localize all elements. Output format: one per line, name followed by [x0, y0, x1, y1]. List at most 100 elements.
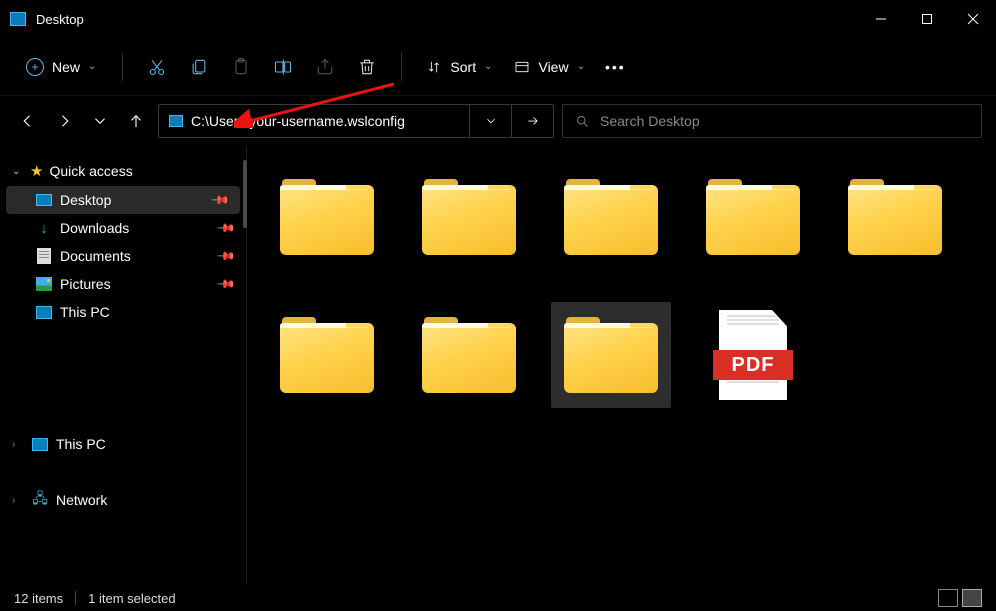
more-button[interactable]: ••• — [597, 59, 634, 75]
view-label: View — [538, 59, 568, 75]
paste-button[interactable] — [221, 47, 261, 87]
folder-icon — [422, 317, 516, 393]
folder-icon — [280, 317, 374, 393]
window-controls — [858, 2, 996, 36]
chevron-right-icon: › — [12, 439, 24, 450]
folder-item[interactable] — [409, 302, 529, 408]
main-area: ⌄ ★ Quick access Desktop 📌 ↓ Downloads 📌… — [0, 146, 996, 585]
sidebar-label: Desktop — [60, 192, 111, 208]
desktop-icon — [36, 194, 52, 206]
separator — [75, 591, 76, 605]
window-title: Desktop — [36, 12, 84, 27]
pin-icon: 📌 — [216, 218, 236, 238]
quick-access-label: Quick access — [49, 163, 132, 179]
pc-icon — [32, 438, 48, 451]
pin-icon: 📌 — [210, 190, 230, 210]
share-button[interactable] — [305, 47, 345, 87]
network-icon: 🖧 — [32, 488, 48, 512]
address-bar: C:\Users\your-username.wslconfig — [158, 104, 554, 138]
sidebar-label: This PC — [56, 436, 106, 452]
command-toolbar: + New ⌄ Sort ⌄ View ⌄ ••• — [0, 38, 996, 96]
address-field[interactable]: C:\Users\your-username.wslconfig — [159, 113, 469, 129]
folder-item[interactable] — [267, 164, 387, 270]
recent-button[interactable] — [86, 103, 114, 139]
minimize-button[interactable] — [858, 2, 904, 36]
folder-icon — [564, 317, 658, 393]
status-selected: 1 item selected — [88, 591, 175, 606]
status-item-count: 12 items — [14, 591, 63, 606]
search-icon — [575, 114, 590, 129]
sidebar-item-downloads[interactable]: ↓ Downloads 📌 — [0, 214, 246, 242]
folder-item[interactable] — [835, 164, 955, 270]
sort-button[interactable]: Sort ⌄ — [416, 53, 502, 81]
folder-item[interactable] — [409, 164, 529, 270]
window-app-icon — [10, 12, 26, 26]
separator — [122, 53, 123, 81]
folder-icon — [848, 179, 942, 255]
sidebar-item-network[interactable]: › 🖧 Network — [0, 482, 246, 518]
pin-icon: 📌 — [216, 274, 236, 294]
sort-label: Sort — [450, 59, 476, 75]
folder-item-selected[interactable] — [551, 302, 671, 408]
up-button[interactable] — [122, 103, 150, 139]
copy-button[interactable] — [179, 47, 219, 87]
folder-item[interactable] — [551, 164, 671, 270]
folder-icon — [706, 179, 800, 255]
address-go-button[interactable] — [511, 105, 553, 137]
chevron-right-icon: › — [12, 495, 24, 506]
navigation-bar: C:\Users\your-username.wslconfig — [0, 96, 996, 146]
pictures-icon — [36, 277, 52, 291]
sidebar-label: Documents — [60, 248, 131, 264]
star-icon: ★ — [30, 162, 43, 180]
icons-view-button[interactable] — [962, 589, 982, 607]
folder-icon — [564, 179, 658, 255]
folder-item[interactable] — [693, 164, 813, 270]
sidebar-label: This PC — [60, 304, 110, 320]
pdf-icon: PDF — [713, 310, 793, 400]
pin-icon: 📌 — [216, 246, 236, 266]
address-dropdown[interactable] — [469, 105, 511, 137]
sidebar-label: Network — [56, 492, 107, 508]
search-bar[interactable] — [562, 104, 982, 138]
chevron-down-icon: ⌄ — [484, 61, 492, 72]
sidebar-item-pictures[interactable]: Pictures 📌 — [0, 270, 246, 298]
sidebar-item-desktop[interactable]: Desktop 📌 — [6, 186, 240, 214]
new-button[interactable]: + New ⌄ — [14, 52, 108, 82]
delete-button[interactable] — [347, 47, 387, 87]
folder-icon — [422, 179, 516, 255]
new-button-label: New — [52, 59, 80, 75]
chevron-down-icon: ⌄ — [12, 166, 24, 177]
folder-icon — [280, 179, 374, 255]
forward-button[interactable] — [50, 103, 78, 139]
sidebar-label: Downloads — [60, 220, 129, 236]
window-titlebar: Desktop — [0, 0, 996, 38]
status-bar: 12 items 1 item selected — [0, 585, 996, 611]
quick-access-header[interactable]: ⌄ ★ Quick access — [0, 156, 246, 186]
view-button[interactable]: View ⌄ — [504, 53, 594, 81]
sidebar-label: Pictures — [60, 276, 111, 292]
chevron-down-icon: ⌄ — [88, 61, 96, 72]
content-pane[interactable]: PDF — [247, 146, 996, 585]
downloads-icon: ↓ — [40, 220, 48, 237]
details-view-button[interactable] — [938, 589, 958, 607]
pdf-label: PDF — [713, 350, 793, 380]
separator — [401, 53, 402, 81]
sidebar-item-documents[interactable]: Documents 📌 — [0, 242, 246, 270]
rename-button[interactable] — [263, 47, 303, 87]
sidebar-item-thispc[interactable]: › This PC — [0, 426, 246, 462]
cut-button[interactable] — [137, 47, 177, 87]
close-button[interactable] — [950, 2, 996, 36]
sidebar-item-thispc-quick[interactable]: This PC — [0, 298, 246, 326]
plus-in-circle-icon: + — [26, 58, 44, 76]
item-grid: PDF — [267, 164, 976, 408]
pc-icon — [36, 306, 52, 319]
chevron-down-icon: ⌄ — [577, 61, 585, 72]
maximize-button[interactable] — [904, 2, 950, 36]
pdf-item[interactable]: PDF — [693, 302, 813, 408]
location-icon — [169, 115, 183, 127]
back-button[interactable] — [14, 103, 42, 139]
folder-item[interactable] — [267, 302, 387, 408]
search-input[interactable] — [600, 113, 969, 129]
address-text: C:\Users\your-username.wslconfig — [191, 113, 405, 129]
navigation-pane: ⌄ ★ Quick access Desktop 📌 ↓ Downloads 📌… — [0, 146, 247, 585]
